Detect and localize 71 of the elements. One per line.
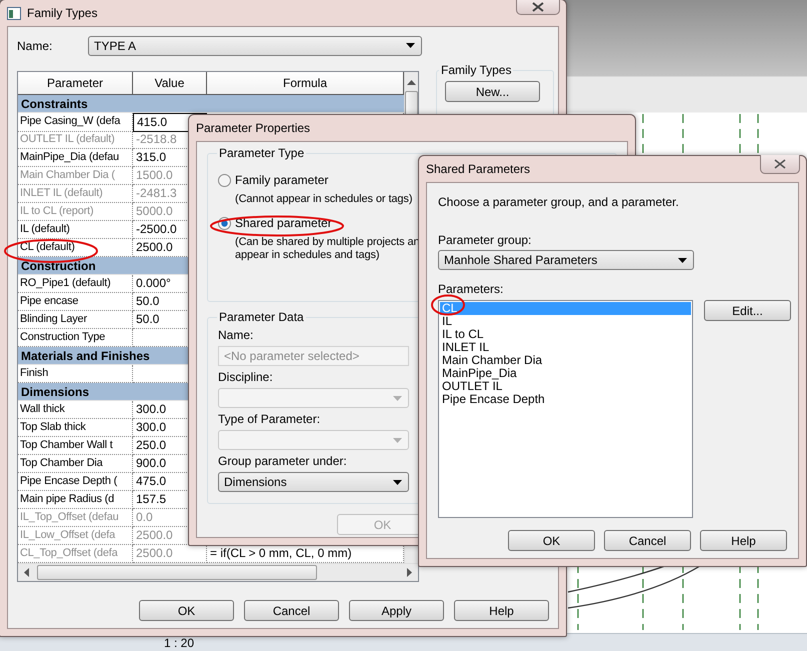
field-label: Name:: [218, 328, 254, 343]
close-icon: [532, 2, 544, 12]
instruction-text: Choose a parameter group, and a parameter.: [438, 195, 680, 209]
parameter-cell: IL_Low_Offset (defa: [18, 527, 133, 545]
group-dropdown[interactable]: Manhole Shared Parameters: [438, 250, 694, 270]
parameter-cell: Top Chamber Wall t: [18, 437, 133, 455]
group-label: Family Types: [440, 63, 512, 77]
window-title: Family Types: [27, 6, 98, 20]
dropdown-arrow-icon: [393, 396, 402, 400]
scale-label: 1 : 20: [164, 636, 194, 651]
parameter-cell: IL_Top_Offset (defau: [18, 509, 133, 527]
list-item[interactable]: INLET IL: [440, 341, 691, 354]
dialog-button[interactable]: OK: [508, 530, 595, 551]
field-label: Discipline:: [218, 370, 273, 385]
horizontal-scrollbar[interactable]: [18, 563, 418, 581]
parameter-cell: Pipe Encase Depth (: [18, 473, 133, 491]
parameter-cell: Blinding Layer: [18, 311, 133, 329]
scrollbar-thumb[interactable]: [37, 565, 317, 580]
close-button[interactable]: [516, 0, 560, 15]
list-item[interactable]: MainPipe_Dia: [440, 367, 691, 380]
annotation-ellipse: [431, 294, 465, 316]
field-label: Parameter group:: [438, 233, 532, 248]
column-header[interactable]: Parameter: [18, 72, 133, 94]
dropdown-arrow-icon: [393, 480, 402, 484]
parameter-cell: Wall thick: [18, 401, 133, 419]
dialog-button[interactable]: Apply: [349, 600, 444, 621]
dialog-button[interactable]: Cancel: [244, 600, 339, 621]
group-label: Parameter Type: [218, 146, 306, 160]
group-label: Parameter Data: [218, 310, 305, 324]
parameter-cell: RO_Pipe1 (default): [18, 275, 133, 293]
parameter-cell: Top Slab thick: [18, 419, 133, 437]
new-button[interactable]: New...: [445, 81, 540, 102]
field-label: Type of Parameter:: [218, 412, 320, 427]
list-item[interactable]: IL: [440, 315, 691, 328]
dropdown-arrow-icon: [678, 258, 687, 262]
type-dropdown[interactable]: TYPE A: [88, 36, 422, 56]
dialog-button[interactable]: Help: [700, 530, 787, 551]
close-button[interactable]: [760, 155, 800, 174]
group-header[interactable]: Constraints: [18, 95, 404, 113]
list-item[interactable]: Main Chamber Dia: [440, 354, 691, 367]
dropdown-arrow-icon: [406, 43, 415, 48]
field-label: Group parameter under:: [218, 454, 347, 469]
edit-button[interactable]: Edit...: [704, 300, 791, 321]
close-icon: [774, 159, 786, 169]
parameter-cell: INLET IL (default): [18, 185, 133, 203]
parameter-cell: MainPipe_Dia (defau: [18, 149, 133, 167]
dialog-button[interactable]: Help: [454, 600, 549, 621]
column-header[interactable]: Value: [133, 72, 207, 94]
dropdown[interactable]: Dimensions: [218, 472, 409, 492]
list-item[interactable]: Pipe Encase Depth: [440, 393, 691, 406]
parameter-cell: IL to CL (report): [18, 203, 133, 221]
dialog-button[interactable]: OK: [139, 600, 234, 621]
list-item[interactable]: OUTLET IL: [440, 380, 691, 393]
parameter-cell: OUTLET IL (default): [18, 131, 133, 149]
option-description: (Cannot appear in schedules or tags): [234, 193, 412, 206]
parameter-cell: Pipe encase: [18, 293, 133, 311]
list-item[interactable]: IL to CL: [440, 328, 691, 341]
parameter-cell: IL (default): [18, 221, 133, 239]
window-title: Shared Parameters: [426, 162, 530, 176]
dialog-button[interactable]: Cancel: [604, 530, 691, 551]
dropdown-arrow-icon: [393, 438, 402, 442]
parameter-cell: Top Chamber Dia: [18, 455, 133, 473]
window-icon: [7, 6, 21, 20]
parameter-cell: Main pipe Radius (d: [18, 491, 133, 509]
scroll-up-arrow-icon: [407, 80, 416, 85]
field-label: Parameters:: [438, 282, 504, 297]
parameter-cell: Pipe Casing_W (defa: [18, 113, 133, 132]
field-label: Name:: [17, 38, 54, 52]
parameter-cell: Main Chamber Dia (: [18, 167, 133, 185]
scroll-left-arrow-icon: [24, 568, 29, 577]
scroll-right-arrow-icon: [407, 568, 412, 577]
